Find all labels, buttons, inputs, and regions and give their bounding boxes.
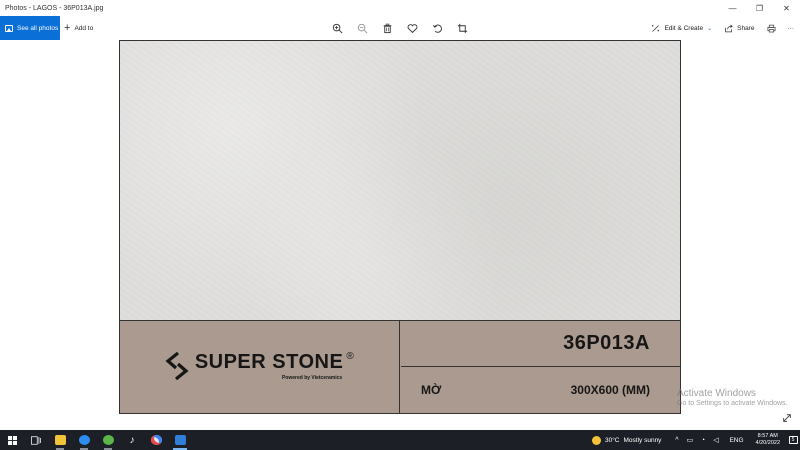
expand-icon [783,414,791,422]
edit-create-button[interactable]: Edit & Create ⌄ [645,16,718,40]
rotate-icon [432,24,442,33]
taskbar-zalo[interactable] [72,430,96,450]
coc-coc-icon [102,435,114,445]
heart-icon [407,23,417,33]
product-code-cell: 36P013A [401,321,680,367]
weather-widget[interactable]: 30°C Mostly sunny [591,435,662,445]
add-to-label: Add to [74,24,94,32]
window-title: Photos - LAGOS - 36P013A.jpg [5,4,104,12]
network-icon[interactable]: ▭ [684,436,695,444]
file-explorer-icon [54,435,66,445]
zalo-icon [78,435,90,445]
crop-button[interactable] [455,21,469,35]
activate-windows-watermark: Activate Windows Go to Settings to activ… [677,388,788,407]
brand-block: SUPER STONE ® Powered by Vietceramics [195,351,354,381]
taskbar-file-explorer[interactable] [48,430,72,450]
favorite-button[interactable] [405,21,419,35]
toolbar: See all photos + Add to Edit & Create ⌄ [0,16,800,40]
taskbar-coc-coc[interactable] [96,430,120,450]
minimize-button[interactable]: — [719,0,746,16]
photo-viewer[interactable]: SUPER STONE ® Powered by Vietceramics 36… [119,40,681,414]
product-spec-cell: MỜ 300X600 (MM) [401,367,680,413]
photos-app-icon [174,435,186,445]
watermark-line-2: Go to Settings to activate Windows. [677,400,788,407]
start-button[interactable] [0,430,24,450]
edit-create-icon [652,24,660,32]
stone-texture-image [120,41,680,320]
registered-mark: ® [346,351,355,362]
product-finish: MỜ [421,383,442,397]
volume-icon[interactable]: ◁ [710,436,721,444]
paint-icon [150,435,162,445]
product-label-panel: SUPER STONE ® Powered by Vietceramics 36… [120,320,680,413]
expand-button[interactable] [781,412,793,424]
zoom-in-icon [332,23,342,33]
zoom-out-button[interactable] [355,21,369,35]
see-all-photos-button[interactable]: See all photos [0,16,60,40]
trash-icon [383,23,391,33]
notifications-button[interactable]: 5 [786,430,800,450]
right-toolbar: Edit & Create ⌄ Share ··· [645,16,800,40]
super-stone-logo: SUPER STONE ® Powered by Vietceramics [165,351,354,381]
logo-cell: SUPER STONE ® Powered by Vietceramics [120,321,400,413]
clock-time: 8:57 AM [757,433,778,439]
close-button[interactable]: ✕ [773,0,800,16]
rotate-button[interactable] [430,21,444,35]
photos-icon [5,24,13,32]
see-all-photos-label: See all photos [17,24,59,32]
zoom-out-icon [357,23,367,33]
sunny-icon [591,435,601,445]
product-size: 300X600 (MM) [570,383,650,397]
taskbar-tiktok[interactable]: ♪ [120,430,144,450]
taskbar-paint[interactable] [144,430,168,450]
language-indicator[interactable]: ENG [729,437,743,444]
clock[interactable]: 8:57 AM 4/20/2022 [756,433,780,447]
image-tools [330,16,469,40]
notification-count: 5 [788,436,798,444]
show-hidden-icons-button[interactable]: ^ [671,437,682,444]
product-code: 36P013A [563,332,650,354]
clock-date: 4/20/2022 [755,440,780,446]
chevron-down-icon: ⌄ [707,25,713,32]
zoom-in-button[interactable] [330,21,344,35]
watermark-line-1: Activate Windows [677,388,756,399]
share-label: Share [737,24,755,32]
maximize-button[interactable]: ❐ [746,0,773,16]
share-button[interactable]: Share [718,16,760,40]
super-stone-mark-icon [165,352,189,380]
task-view-icon [31,435,41,445]
system-tray: 30°C Mostly sunny ^ ▭ ◔ ◁ ENG 8:57 AM 4/… [591,430,800,450]
more-options-button[interactable]: ··· [782,16,800,40]
task-view-button[interactable] [24,430,48,450]
taskbar-photos[interactable] [168,430,192,450]
brand-name: SUPER STONE ® [195,351,354,374]
weather-temp: 30°C [604,436,620,444]
edit-create-label: Edit & Create [664,24,704,32]
powered-by-text: Powered by Vietceramics [281,375,343,381]
share-icon [725,24,733,32]
title-bar: Photos - LAGOS - 36P013A.jpg — ❐ ✕ [0,0,800,16]
crop-icon [457,23,467,33]
delete-button[interactable] [380,21,394,35]
brand-text: SUPER STONE [194,351,344,373]
weather-text: Mostly sunny [623,436,662,444]
plus-icon: + [64,21,71,34]
add-to-button[interactable]: + Add to [64,16,93,40]
print-button[interactable] [761,16,782,40]
taskbar: ♪ 30°C Mostly sunny ^ ▭ ◔ ◁ ENG 8:57 AM … [0,430,800,450]
tiktok-icon: ♪ [129,434,135,446]
printer-icon [767,24,775,32]
wifi-icon[interactable]: ◔ [697,437,708,444]
windows-logo-icon [7,435,17,445]
